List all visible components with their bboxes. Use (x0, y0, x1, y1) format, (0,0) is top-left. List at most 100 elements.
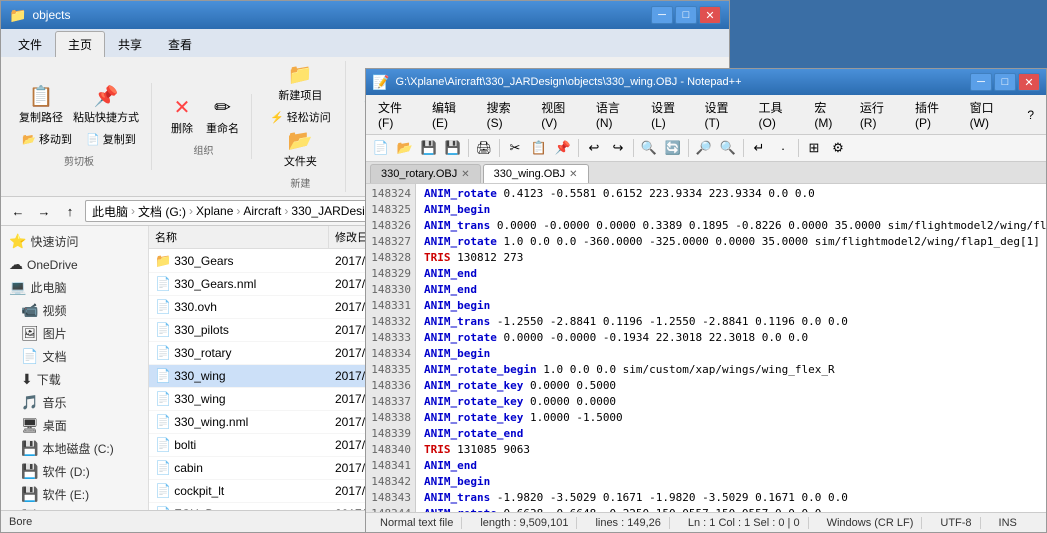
toolbar-whitespace-btn[interactable]: · (772, 137, 794, 159)
toolbar-settings-btn[interactable]: ⚙ (827, 137, 849, 159)
sidebar-item-pc[interactable]: 💻 此电脑 (1, 276, 148, 299)
sidebar-item-local-c[interactable]: 💾 本地磁盘 (C:) (1, 437, 148, 460)
notepad-tabs: 330_rotary.OBJ ✕ 330_wing.OBJ ✕ (366, 162, 1046, 184)
sidebar-item-desktop[interactable]: 🖥 桌面 (1, 414, 148, 437)
local-c-icon: 💾 (21, 440, 38, 457)
menu-tools[interactable]: 工具(O) (751, 97, 805, 132)
sidebar-item-docs[interactable]: 📄 文档 (1, 345, 148, 368)
copy-path-icon: 📋 (29, 87, 54, 107)
menu-edit[interactable]: 编辑(E) (424, 97, 477, 132)
toolbar-find-btn[interactable]: 🔍 (638, 137, 660, 159)
new-item-button[interactable]: 📁 新建项目 (274, 63, 326, 105)
notepad-minimize-button[interactable]: ─ (970, 73, 992, 91)
toolbar-copy-btn[interactable]: 📋 (528, 137, 550, 159)
menu-settings2[interactable]: 设置(T) (697, 97, 749, 132)
soft-e-icon: 💾 (21, 486, 38, 503)
move-to-button[interactable]: 📂 移动到 (16, 129, 78, 149)
tab-rotary[interactable]: 330_rotary.OBJ ✕ (370, 164, 481, 183)
soft-d-label: 软件 (D:) (42, 463, 89, 480)
code-area[interactable]: ANIM_rotate 0.4123 -0.5581 0.6152 223.93… (416, 184, 1046, 512)
easy-access-button[interactable]: ⚡ 轻松访问 (264, 107, 337, 127)
toolbar-print-btn[interactable]: 🖨 (473, 137, 495, 159)
toolbar-open-btn[interactable]: 📂 (394, 137, 416, 159)
tab-view[interactable]: 查看 (155, 31, 205, 57)
status-ins: INS (991, 517, 1025, 529)
explorer-maximize-button[interactable]: □ (675, 6, 697, 24)
menu-search[interactable]: 搜索(S) (479, 97, 532, 132)
desktop-icon-sidebar: 🖥 (21, 417, 39, 434)
pc-label: 此电脑 (30, 279, 66, 296)
copy-path-button[interactable]: 📋 复制路径 (15, 85, 67, 127)
copy-to-button[interactable]: 📄 复制到 (80, 129, 142, 149)
sidebar-item-soft-d[interactable]: 💾 软件 (D:) (1, 460, 148, 483)
sidebar-item-downloads[interactable]: ⬇ 下载 (1, 368, 148, 391)
toolbar-new-btn[interactable]: 📄 (370, 137, 392, 159)
menu-settings[interactable]: 设置(L) (643, 97, 694, 132)
col-header-name[interactable]: 名称 (149, 226, 329, 248)
menu-help[interactable]: ? (1019, 106, 1042, 124)
nav-back-button[interactable]: ← (7, 200, 29, 222)
easy-access-icon: ⚡ (270, 111, 284, 124)
ribbon-group-clipboard: 📋 复制路径 📌 粘贴快捷方式 📂 移动到 📄 复制到 (7, 83, 152, 170)
tab-rotary-close[interactable]: ✕ (461, 169, 469, 180)
pin-quick-button[interactable]: 📌 粘贴快捷方式 (69, 85, 143, 127)
toolbar-wrap-btn[interactable]: ↵ (748, 137, 770, 159)
menu-lang[interactable]: 语言(N) (588, 97, 641, 132)
sidebar-item-music[interactable]: 🎵 音乐 (1, 391, 148, 414)
sidebar-item-soft-e[interactable]: 💾 软件 (E:) (1, 483, 148, 506)
tab-share[interactable]: 共享 (105, 31, 155, 57)
clipboard-buttons-row: 📋 复制路径 📌 粘贴快捷方式 (15, 85, 143, 127)
path-docs: 文档 (G:) (138, 203, 186, 220)
music-label: 音乐 (42, 394, 66, 411)
notepad-status-bar: Normal text file length : 9,509,101 line… (366, 512, 1046, 532)
toolbar-replace-btn[interactable]: 🔄 (662, 137, 684, 159)
notepad-toolbar: 📄 📂 💾 💾 🖨 ✂ 📋 📌 ↩ ↪ 🔍 🔄 🔎 🔍 ↵ · ⊞ ⚙ (366, 135, 1046, 162)
menu-view[interactable]: 视图(V) (533, 97, 586, 132)
tab-file[interactable]: 文件 (5, 31, 55, 57)
toolbar-save-all-btn[interactable]: 💾 (442, 137, 464, 159)
sidebar-item-onedrive[interactable]: ☁ OneDrive (1, 253, 148, 276)
tab-wing-close[interactable]: ✕ (569, 169, 577, 180)
menu-run[interactable]: 运行(R) (852, 97, 905, 132)
new-folder-button[interactable]: 📂 文件夹 (280, 129, 321, 171)
delete-button[interactable]: ✕ 删除 (164, 96, 200, 138)
desktop-label: 桌面 (43, 417, 67, 434)
toolbar-undo-btn[interactable]: ↩ (583, 137, 605, 159)
nav-forward-button[interactable]: → (33, 200, 55, 222)
menu-plugins[interactable]: 插件(P) (907, 97, 960, 132)
pin-quick-icon: 📌 (94, 87, 119, 107)
toolbar-sep4 (633, 139, 634, 157)
explorer-minimize-button[interactable]: ─ (651, 6, 673, 24)
tab-home[interactable]: 主页 (55, 31, 105, 57)
menu-window[interactable]: 窗口(W) (962, 97, 1018, 132)
rename-button[interactable]: ✏ 重命名 (202, 96, 243, 138)
tab-rotary-label: 330_rotary.OBJ (381, 168, 457, 180)
explorer-title-text: objects (32, 8, 651, 22)
menu-macro[interactable]: 宏(M) (806, 97, 849, 132)
toolbar-paste-btn[interactable]: 📌 (552, 137, 574, 159)
explorer-close-button[interactable]: ✕ (699, 6, 721, 24)
toolbar-redo-btn[interactable]: ↪ (607, 137, 629, 159)
notepad-close-button[interactable]: ✕ (1018, 73, 1040, 91)
menu-file[interactable]: 文件(F) (370, 97, 422, 132)
toolbar-save-btn[interactable]: 💾 (418, 137, 440, 159)
toolbar-zoom-in-btn[interactable]: 🔎 (693, 137, 715, 159)
status-charset: UTF-8 (932, 517, 980, 529)
toolbar-indent-btn[interactable]: ⊞ (803, 137, 825, 159)
sidebar-item-quick-access[interactable]: ⭐ 快速访问 (1, 230, 148, 253)
toolbar-cut-btn[interactable]: ✂ (504, 137, 526, 159)
pin-quick-label: 粘贴快捷方式 (73, 109, 139, 125)
new-item-label: 新建项目 (278, 87, 322, 103)
tab-wing[interactable]: 330_wing.OBJ ✕ (483, 164, 589, 183)
status-length: length : 9,509,101 (472, 517, 577, 529)
nav-up-button[interactable]: ↑ (59, 200, 81, 222)
sidebar-item-video[interactable]: 📹 视频 (1, 299, 148, 322)
path-xplane: Xplane (196, 204, 233, 218)
status-position: Ln : 1 Col : 1 Sel : 0 | 0 (680, 517, 809, 529)
onedrive-icon: ☁ (9, 256, 23, 273)
toolbar-sep5 (688, 139, 689, 157)
toolbar-zoom-out-btn[interactable]: 🔍 (717, 137, 739, 159)
docs-label: 文档 (42, 348, 66, 365)
sidebar-item-pictures[interactable]: 🖼 图片 (1, 322, 148, 345)
notepad-maximize-button[interactable]: □ (994, 73, 1016, 91)
